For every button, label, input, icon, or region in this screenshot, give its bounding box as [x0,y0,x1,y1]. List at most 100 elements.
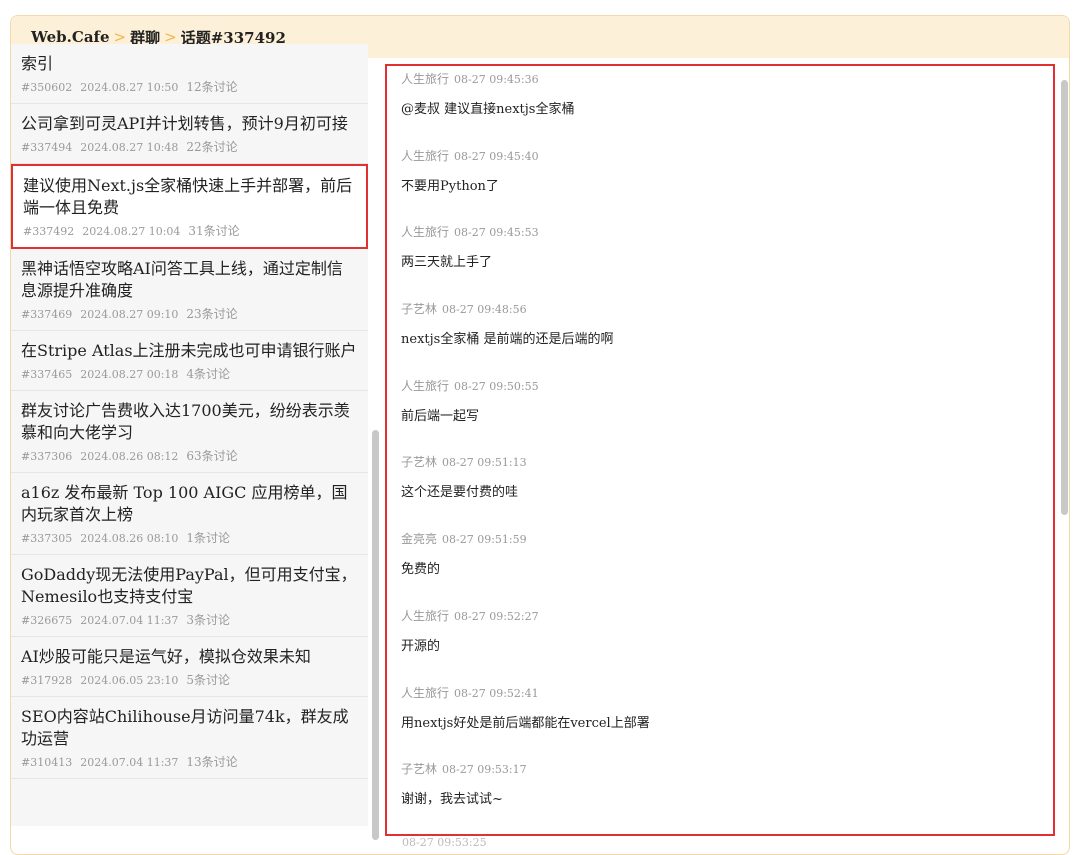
message-time: 08-27 09:51:13 [442,456,527,470]
message-time: 08-27 09:48:56 [442,303,527,317]
message-text: @麦叔 建议直接nextjs全家桶 [401,102,575,117]
topic-count: 63条讨论 [186,449,238,463]
topic-date: 2024.07.04 11:37 [80,614,179,627]
message-time: 08-27 09:52:41 [454,686,539,700]
topic-meta: #337465 2024.08.27 00:18 4条讨论 [21,365,358,382]
topic-date: 2024.08.27 00:18 [80,368,179,381]
topic-item[interactable]: a16z 发布最新 Top 100 AIGC 应用榜单，国内玩家首次上榜 #33… [11,473,368,555]
topic-title: 在Stripe Atlas上注册未完成也可申请银行账户 [21,341,357,360]
topic-count: 23条讨论 [186,307,238,321]
topic-item[interactable]: 群友讨论广告费收入达1700美元，纷纷表示羡慕和向大佬学习 #337306 202… [11,391,368,473]
topic-id: #337492 [23,225,75,238]
topic-item[interactable]: 索引 #350602 2024.08.27 10:50 12条讨论 [11,44,368,104]
message-time: 08-27 09:45:36 [454,73,539,86]
topic-id: #337469 [21,308,73,321]
topic-meta: #337306 2024.08.26 08:12 63条讨论 [21,447,358,464]
topic-title: 黑神话悟空攻略AI问答工具上线，通过定制信息源提升准确度 [21,259,343,300]
message-user[interactable]: 人生旅行 [401,72,449,86]
topic-title: GoDaddy现无法使用PayPal，但可用支付宝，Nemesilo也支持支付宝 [21,565,357,606]
message-item: 人生旅行 08-27 09:50:55 前后端一起写 [387,373,1053,450]
topic-title: 公司拿到可灵API并计划转售，预计9月初可接 [21,114,348,133]
message-item: 子艺林 08-27 09:51:13 这个还是要付费的哇 [387,449,1053,526]
message-user[interactable]: 人生旅行 [401,225,449,239]
message-item: 金亮亮 08-27 09:51:59 免费的 [387,526,1053,603]
topic-date: 2024.08.27 10:48 [80,141,179,154]
topic-count: 3条讨论 [186,613,231,627]
message-user[interactable]: 金亮亮 [401,532,437,546]
topic-list-scrollbar[interactable] [372,430,379,840]
message-text: 免费的 [401,562,441,578]
message-time: 08-27 09:45:40 [454,149,539,163]
topic-count: 22条讨论 [186,140,238,154]
topic-item[interactable]: 在Stripe Atlas上注册未完成也可申请银行账户 #337465 2024.… [11,331,368,391]
topic-item[interactable]: 公司拿到可灵API并计划转售，预计9月初可接 #337494 2024.08.27… [11,104,368,164]
message-user[interactable]: 子艺林 [401,455,437,469]
topic-date: 2024.06.05 23:10 [80,674,179,687]
message-text: 开源的 [401,638,441,654]
topic-id: #310413 [21,756,73,769]
message-user[interactable]: 子艺林 [401,302,437,316]
message-item: 人生旅行 08-27 09:45:40 不要用Python了 [387,143,1053,220]
topic-item[interactable]: 黑神话悟空攻略AI问答工具上线，通过定制信息源提升准确度 #337469 2024… [11,249,368,331]
topic-meta: #310413 2024.07.04 11:37 13条讨论 [21,753,358,770]
message-item: 子艺林 08-27 09:48:56 nextjs全家桶 是前端的还是后端的啊 [387,296,1053,373]
message-panel-scrollbar[interactable] [1061,80,1068,515]
message-text: nextjs全家桶 是前端的还是后端的啊 [401,332,614,348]
message-text: 用nextjs好处是前后端都能在vercel上部署 [401,715,650,731]
message-user[interactable]: 人生旅行 [401,379,449,393]
topic-date: 2024.08.26 08:10 [80,532,179,545]
topic-date: 2024.08.26 08:12 [80,450,179,463]
topic-id: #326675 [21,614,73,627]
message-item: 人生旅行 08-27 09:45:36 @麦叔 建议直接nextjs全家桶 [387,66,1053,143]
topic-title: a16z 发布最新 Top 100 AIGC 应用榜单，国内玩家首次上榜 [21,483,348,524]
topic-meta: #326675 2024.07.04 11:37 3条讨论 [21,611,358,628]
topic-title: 群友讨论广告费收入达1700美元，纷纷表示羡慕和向大佬学习 [21,401,350,442]
topic-meta: #337469 2024.08.27 09:10 23条讨论 [21,305,358,322]
topic-id: #337305 [21,532,73,545]
message-item: 人生旅行 08-27 09:52:27 开源的 [387,603,1053,680]
topic-title: AI炒股可能只是运气好，模拟仓效果未知 [21,647,311,666]
topic-title: SEO内容站Chilihouse月访问量74k，群友成功运营 [21,707,349,748]
topic-count: 13条讨论 [186,755,238,769]
message-text: 这个还是要付费的哇 [401,485,519,501]
message-text: 前后端一起写 [401,408,480,424]
topic-meta: #350602 2024.08.27 10:50 12条讨论 [21,78,358,95]
message-item: 人生旅行 08-27 09:52:41 用nextjs好处是前后端都能在verce… [387,680,1053,757]
message-time: 08-27 09:50:55 [454,379,539,393]
topic-item[interactable]: GoDaddy现无法使用PayPal，但可用支付宝，Nemesilo也支持支付宝… [11,555,368,637]
topic-meta: #337305 2024.08.26 08:10 1条讨论 [21,529,358,546]
topic-meta: #337494 2024.08.27 10:48 22条讨论 [21,138,358,155]
message-item: 子艺林 08-27 09:53:17 谢谢，我去试试~ [387,756,1053,833]
message-text: 两三天就上手了 [401,255,493,271]
message-panel: 人生旅行 08-27 09:45:36 @麦叔 建议直接nextjs全家桶 人生旅… [385,64,1055,836]
topic-id: #337494 [21,141,73,154]
topic-title: 建议使用Next.js全家桶快速上手并部署，前后端一体且免费 [23,176,353,217]
topic-id: #337465 [21,368,73,381]
topic-date: 2024.08.27 10:50 [80,81,179,94]
topic-item[interactable]: SEO内容站Chilihouse月访问量74k，群友成功运营 #310413 20… [11,697,368,779]
topic-list: 索引 #350602 2024.08.27 10:50 12条讨论 公司拿到可灵AP… [11,44,368,826]
message-time: 08-27 09:53:17 [442,763,527,777]
message-time: 08-27 09:51:59 [442,533,527,547]
message-user[interactable]: 人生旅行 [401,149,449,163]
message-user[interactable]: 子艺林 [401,762,437,776]
topic-date: 2024.07.04 11:37 [80,756,179,769]
message-text: 不要用Python了 [401,178,499,194]
topic-count: 12条讨论 [186,80,238,94]
message-item: 人生旅行 08-27 09:45:53 两三天就上手了 [387,219,1053,296]
message-time: 08-27 09:45:53 [454,226,539,240]
topic-meta: #317928 2024.06.05 23:10 5条讨论 [21,671,358,688]
message-time-peek: 08-27 09:53:25 [402,836,487,849]
topic-title: 索引 [21,54,54,73]
topic-count: 1条讨论 [186,531,231,545]
topic-item-selected[interactable]: 建议使用Next.js全家桶快速上手并部署，前后端一体且免费 #337492 20… [11,164,368,249]
message-user[interactable]: 人生旅行 [401,609,449,623]
topic-meta: #337492 2024.08.27 10:04 31条讨论 [23,222,356,239]
topic-count: 5条讨论 [186,673,231,687]
topic-id: #317928 [21,674,73,687]
topic-date: 2024.08.27 09:10 [80,308,179,321]
topic-item[interactable]: AI炒股可能只是运气好，模拟仓效果未知 #317928 2024.06.05 23… [11,637,368,697]
message-time: 08-27 09:52:27 [454,609,539,623]
message-user[interactable]: 人生旅行 [401,686,449,700]
message-text: 谢谢，我去试试~ [401,792,503,808]
